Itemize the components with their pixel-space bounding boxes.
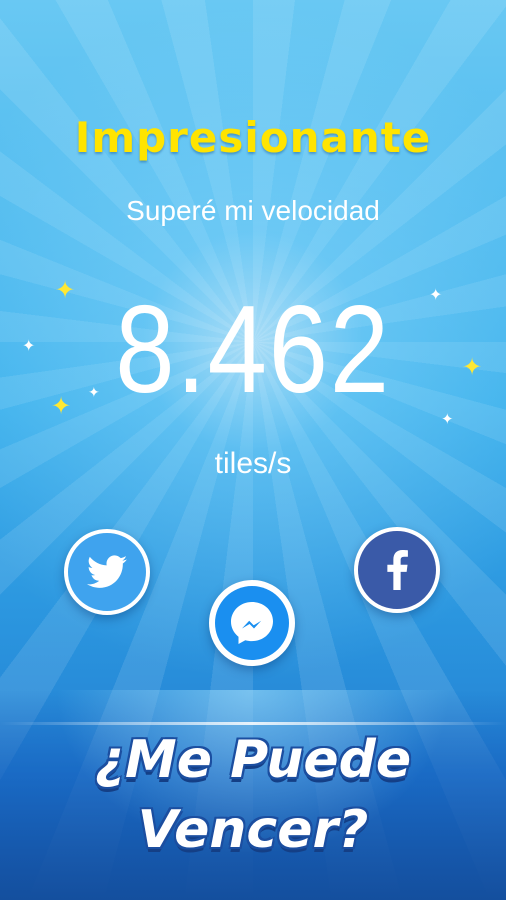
challenge-text-line2: Vencer? — [137, 800, 369, 860]
messenger-share-button[interactable] — [209, 580, 295, 666]
sparkle-icon: ✦ — [441, 410, 454, 428]
facebook-share-button[interactable] — [354, 527, 440, 613]
challenge-text-line1: ¿Me Puede — [94, 730, 412, 790]
score-value: 8.462 — [115, 281, 391, 419]
facebook-f-icon — [387, 550, 408, 590]
twitter-bird-icon — [87, 555, 127, 588]
sparkle-icon: ✦ — [22, 336, 36, 355]
messenger-icon — [215, 586, 289, 660]
score-unit: tiles/s — [214, 447, 292, 480]
page-title: Impresionante — [74, 113, 432, 162]
glow-line — [0, 722, 506, 725]
subtitle: Superé mi velocidad — [126, 195, 380, 226]
twitter-share-button[interactable] — [64, 529, 150, 615]
